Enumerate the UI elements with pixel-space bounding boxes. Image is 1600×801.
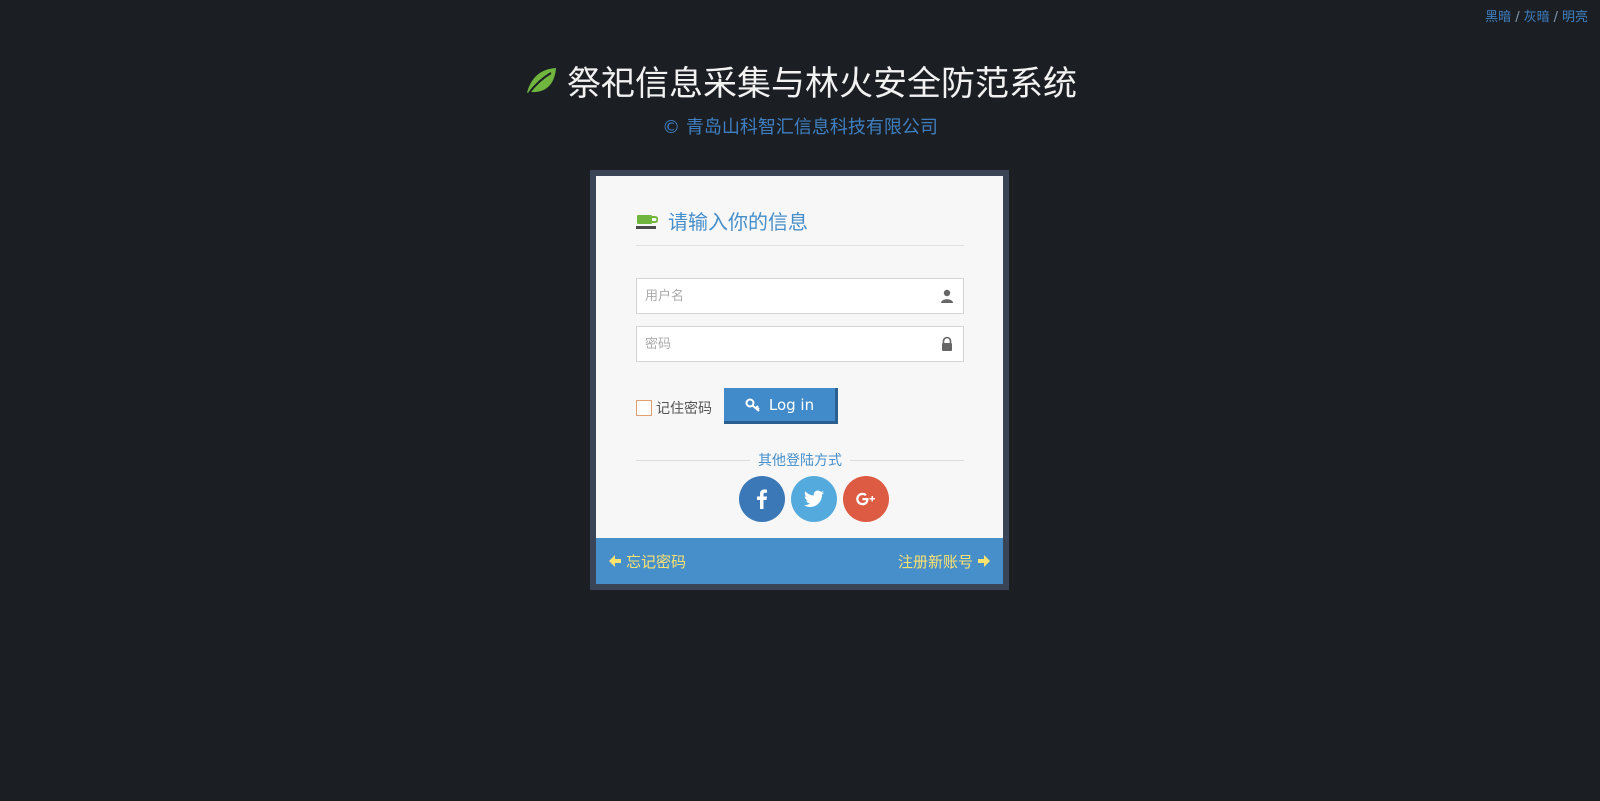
google-plus-icon [855,492,875,506]
forgot-password-link[interactable]: 忘记密码 [608,551,686,572]
coffee-icon [636,214,658,229]
username-field-wrap [636,278,964,314]
login-button-label: Log in [768,395,815,414]
facebook-login-button[interactable] [738,476,785,522]
theme-gray-link[interactable]: 灰暗 [1524,10,1550,25]
twitter-login-button[interactable] [790,476,837,522]
brand-header: 祭祀信息采集与林火安全防范系统 © 青岛山科智汇信息科技有限公司 [0,56,1600,139]
theme-separator: / [1515,10,1520,25]
remember-password[interactable]: 记住密码 [636,398,712,418]
theme-dark-link[interactable]: 黑暗 [1485,10,1511,25]
login-header: 请输入你的信息 [636,206,964,246]
password-field-wrap [636,326,964,362]
login-panel: 请输入你的信息 记住密码 [596,176,1003,584]
login-header-text: 请输入你的信息 [668,210,808,234]
other-login-divider: 其他登陆方式 [636,452,964,469]
theme-light-link[interactable]: 明亮 [1562,10,1588,25]
facebook-icon [756,489,767,509]
login-page: 黑暗 / 灰暗 / 明亮 祭祀信息采集与林火安全防范系统 © 青岛山科智汇信息科技有限公… [0,0,1600,801]
other-login-label: 其他登陆方式 [758,453,842,469]
company-copyright: © 青岛山科智汇信息科技有限公司 [662,117,938,138]
remember-checkbox[interactable] [636,400,652,416]
twitter-icon [803,490,824,507]
leaf-icon [527,67,556,94]
login-footer: 忘记密码 注册新账号 [596,538,1003,584]
divider-line [636,459,750,461]
key-icon [745,398,760,412]
google-plus-login-button[interactable] [842,476,889,522]
theme-separator: / [1553,10,1558,25]
theme-switcher: 黑暗 / 灰暗 / 明亮 [1485,6,1588,25]
username-input[interactable] [637,279,963,313]
app-title: 祭祀信息采集与林火安全防范系统 [523,56,1077,105]
divider-line [850,459,964,461]
social-login-buttons [596,476,1003,522]
register-label: 注册新账号 [897,552,973,571]
login-box: 请输入你的信息 记住密码 [590,170,1009,590]
lock-icon [942,336,952,351]
register-link[interactable]: 注册新账号 [898,551,991,572]
app-title-text: 祭祀信息采集与林火安全防范系统 [567,64,1077,104]
forgot-password-label: 忘记密码 [626,552,687,571]
user-icon [941,289,953,303]
arrow-right-icon [978,555,990,567]
arrow-left-icon [609,555,621,567]
password-input[interactable] [637,327,963,361]
remember-label: 记住密码 [656,401,712,417]
login-button[interactable]: Log in [724,388,838,424]
